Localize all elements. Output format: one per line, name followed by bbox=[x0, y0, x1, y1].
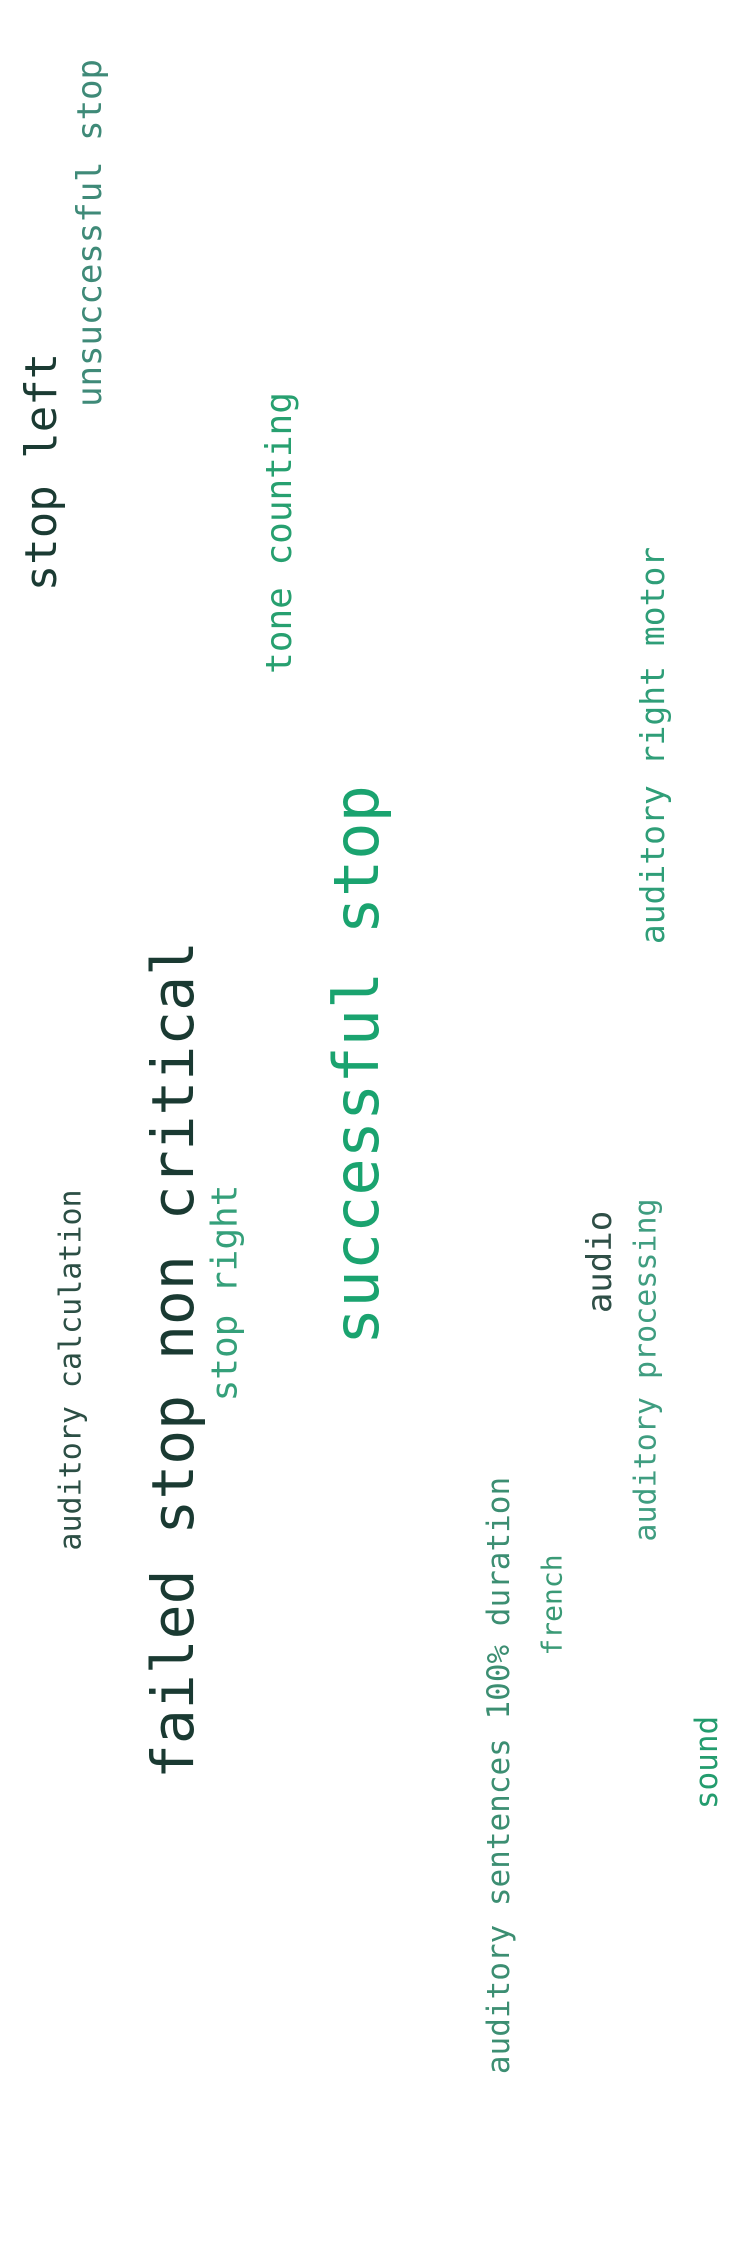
word-auditory-calculation: auditory calculation bbox=[54, 1189, 90, 1551]
word-tone-counting: tone counting bbox=[258, 392, 300, 674]
word-stop-right: stop right bbox=[204, 1184, 245, 1402]
word-failed-stop-non-critical: failed stop non critical bbox=[139, 940, 207, 1780]
word-unsuccessful-stop: unsuccessful stop bbox=[70, 59, 110, 407]
word-auditory-processing: auditory processing bbox=[628, 1198, 664, 1542]
word-audio: audio bbox=[579, 1210, 620, 1314]
word-stop-left: stop left bbox=[16, 352, 68, 592]
word-cloud: unsuccessful stop stop left tone countin… bbox=[0, 0, 750, 2250]
word-french: french bbox=[536, 1554, 569, 1656]
word-sound: sound bbox=[689, 1715, 726, 1809]
word-auditory-sentences-100-duration: auditory sentences 100% duration bbox=[481, 1476, 518, 2074]
word-successful-stop: successful stop bbox=[319, 785, 393, 1345]
word-auditory-right-motor: auditory right motor bbox=[633, 546, 673, 944]
